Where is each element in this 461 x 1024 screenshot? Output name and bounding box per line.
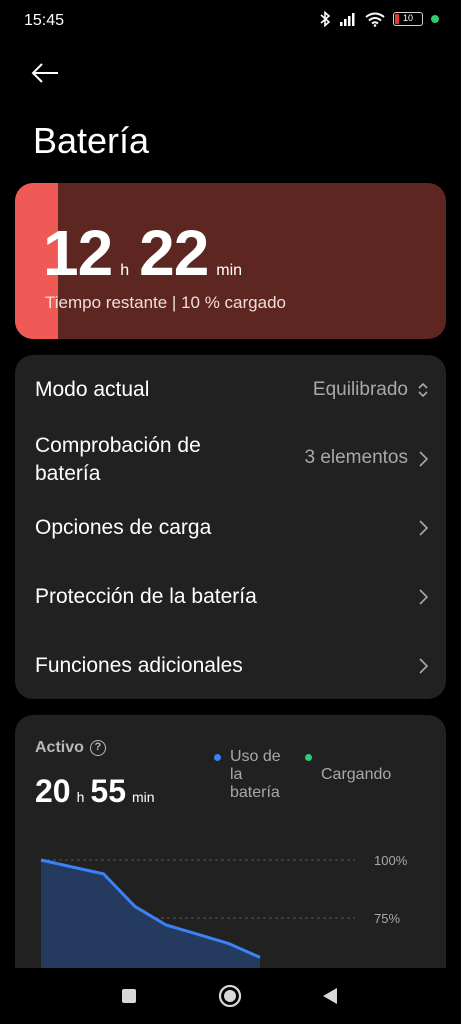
menu-item-battery-check[interactable]: Comprobación de batería 3 elementos <box>15 429 446 489</box>
wifi-icon <box>365 12 385 27</box>
menu-item-label: Comprobación de batería <box>35 434 201 485</box>
legend-label: Cargando <box>321 766 392 783</box>
menu-item-value: 3 elementos <box>304 447 408 468</box>
home-icon <box>218 984 242 1008</box>
signal-icon <box>340 13 355 26</box>
remaining-time: 12 h 22 min <box>43 221 252 285</box>
help-circle-icon[interactable]: ? <box>89 740 106 756</box>
menu-item-current-mode[interactable]: Modo actual Equilibrado <box>15 373 446 407</box>
active-label: Activo ? <box>35 739 106 757</box>
legend-dot <box>305 754 312 761</box>
chevron-right-icon <box>419 658 429 674</box>
menu-item-value: Equilibrado <box>312 379 408 400</box>
y-tick-label: 100% <box>374 853 408 868</box>
battery-settings-card: Modo actual Equilibrado Comprobación de … <box>15 355 446 699</box>
y-tick-label: 75% <box>374 911 400 926</box>
remaining-hours: 12 <box>43 217 113 289</box>
menu-item-battery-protection[interactable]: Protección de la batería <box>15 580 446 614</box>
system-back-button[interactable] <box>321 987 339 1010</box>
menu-item-charging-options[interactable]: Opciones de carga <box>15 511 446 545</box>
legend-battery-usage: Uso de la batería <box>214 748 294 802</box>
updown-chevron-icon <box>418 382 428 398</box>
remaining-minutes-unit: min <box>216 262 243 279</box>
active-hours: 20 <box>35 773 71 809</box>
legend-dot <box>214 754 221 761</box>
recent-apps-button[interactable] <box>121 988 137 1009</box>
active-usage-card: 100% 75% Activo ? 20 h 55 min Uso de la b… <box>15 715 446 975</box>
legend-label: Uso de la batería <box>230 748 281 801</box>
active-minutes: 55 <box>90 773 126 809</box>
home-button[interactable] <box>218 984 242 1013</box>
recent-apps-icon <box>122 989 136 1003</box>
menu-item-additional-functions[interactable]: Funciones adicionales <box>15 649 446 683</box>
active-time: 20 h 55 min <box>35 773 161 810</box>
active-minutes-unit: min <box>131 789 155 805</box>
menu-item-label: Funciones adicionales <box>35 654 243 677</box>
active-hours-unit: h <box>76 789 85 805</box>
chevron-right-icon <box>419 520 429 536</box>
status-icons: 10 <box>319 11 439 27</box>
back-button[interactable] <box>30 58 70 88</box>
status-bar: 15:45 10 <box>0 0 461 42</box>
remaining-subtitle: Tiempo restante | 10 % cargado <box>45 293 286 312</box>
navigation-bar <box>0 968 461 1024</box>
menu-item-label: Modo actual <box>35 378 150 401</box>
remaining-hours-unit: h <box>120 262 130 279</box>
status-time: 15:45 <box>24 12 65 29</box>
battery-icon: 10 <box>393 12 423 26</box>
remaining-minutes: 22 <box>139 217 209 289</box>
back-arrow-icon <box>31 63 58 83</box>
legend-charging: Cargando <box>305 748 391 784</box>
page-title: Batería <box>33 120 150 161</box>
chevron-right-icon <box>419 589 429 605</box>
back-icon <box>323 988 337 1004</box>
battery-level-text: 10 <box>402 13 413 23</box>
menu-item-label: Protección de la batería <box>35 585 257 608</box>
charging-dot-icon <box>431 15 439 23</box>
battery-status-card: 12 h 22 min Tiempo restante | 10 % carga… <box>15 183 446 339</box>
chevron-right-icon <box>419 451 429 467</box>
menu-item-label: Opciones de carga <box>35 516 212 539</box>
bluetooth-icon <box>320 11 331 27</box>
active-label-text: Activo <box>35 739 84 756</box>
